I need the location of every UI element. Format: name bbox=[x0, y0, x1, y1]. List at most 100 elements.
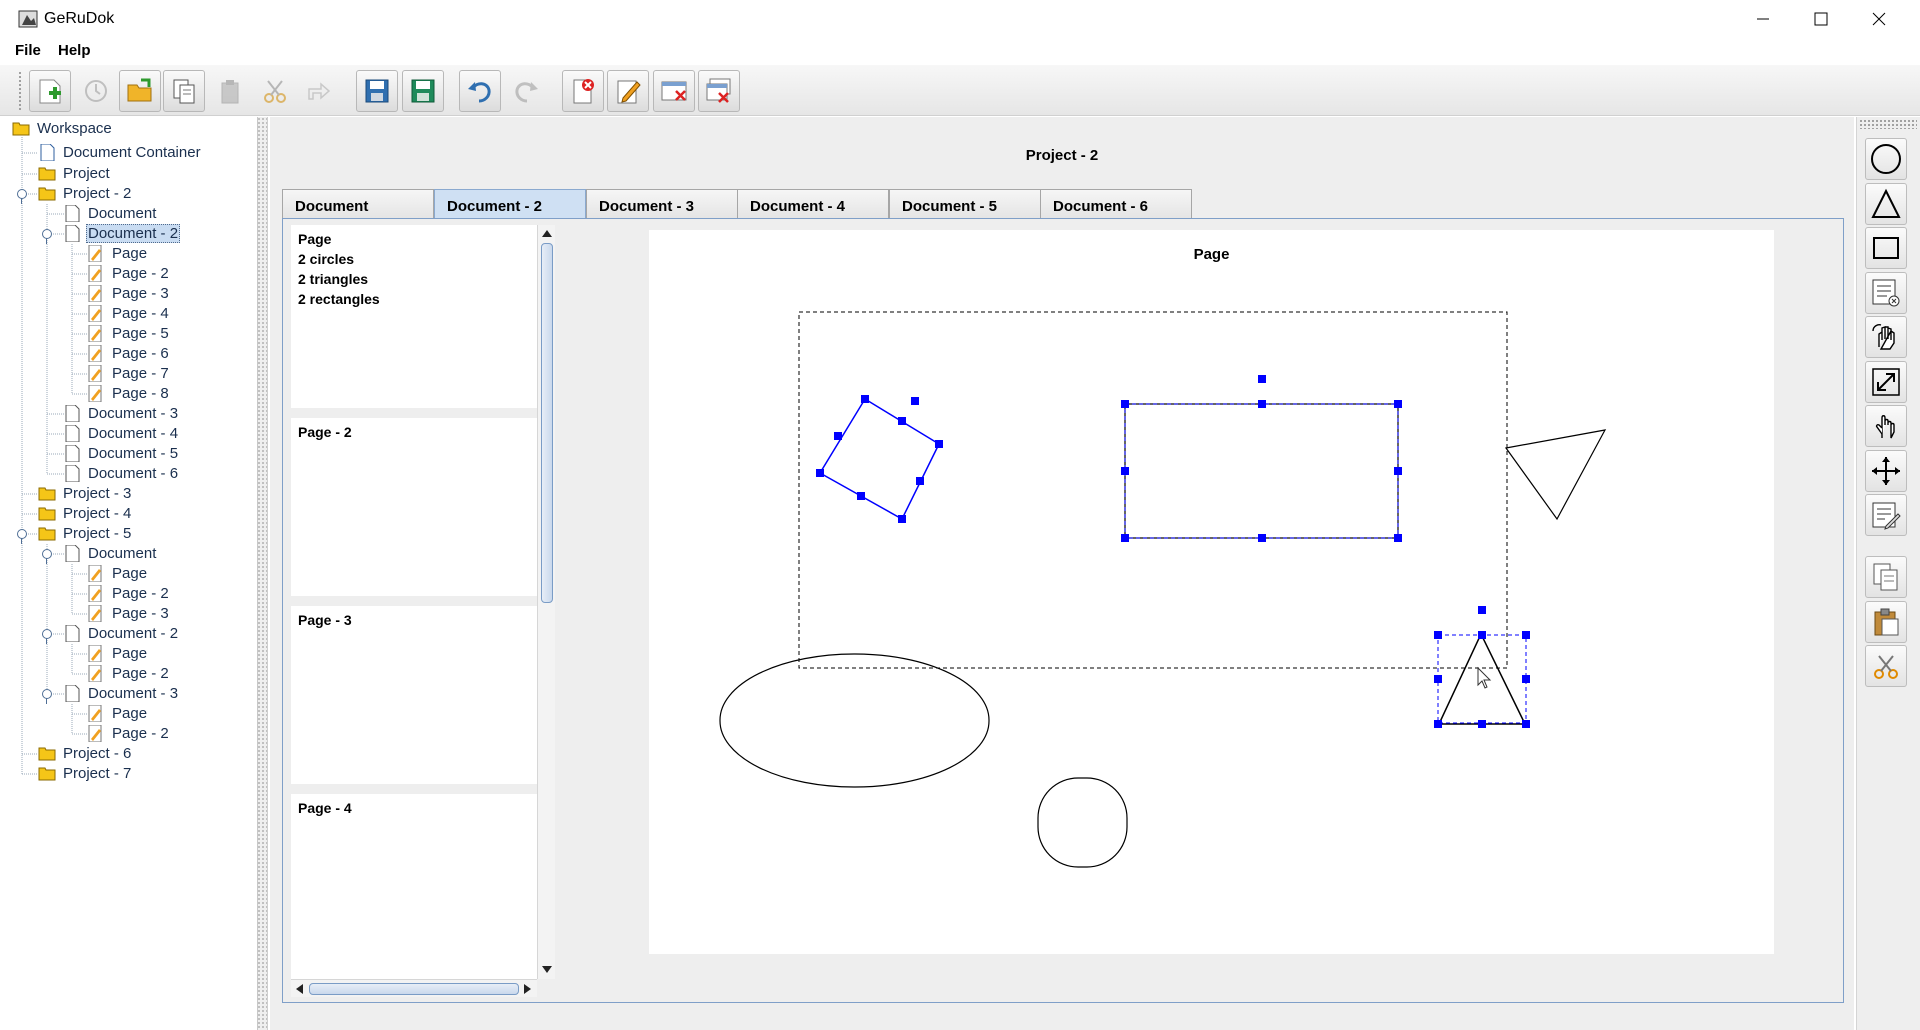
expand-toggle-document-2[interactable] bbox=[42, 229, 52, 244]
tree-item-project[interactable]: Project bbox=[38, 164, 112, 183]
selected-rectangle[interactable] bbox=[1124, 403, 1399, 539]
tree-item-project-6[interactable]: Project - 6 bbox=[38, 744, 133, 763]
circle-shape[interactable] bbox=[1037, 777, 1128, 868]
rectangle-tool-button[interactable] bbox=[1865, 227, 1907, 269]
tree-item-project-4[interactable]: Project - 4 bbox=[38, 504, 133, 523]
page-thumbnail[interactable]: Page - 2 bbox=[291, 418, 537, 606]
circle-tool-button[interactable] bbox=[1865, 138, 1907, 180]
tree-item-page[interactable]: Page bbox=[87, 244, 149, 263]
scroll-left-icon[interactable] bbox=[294, 983, 304, 995]
select-tool-button[interactable] bbox=[1865, 405, 1907, 447]
resize-tool-button[interactable] bbox=[1865, 361, 1907, 403]
tree-item-page[interactable]: Page bbox=[87, 704, 149, 723]
open-button[interactable] bbox=[119, 70, 161, 112]
selection-handles[interactable] bbox=[816, 395, 943, 523]
page-canvas[interactable]: Page bbox=[649, 230, 1774, 954]
menu-help[interactable]: Help bbox=[58, 42, 91, 59]
selection-handles[interactable] bbox=[1121, 375, 1402, 542]
new-button[interactable] bbox=[29, 70, 71, 112]
palette-copy-button[interactable] bbox=[1865, 556, 1907, 598]
page-thumbnail[interactable]: Page - 4 bbox=[291, 794, 537, 979]
copy-button[interactable] bbox=[163, 70, 205, 112]
tree-item-workspace[interactable]: Workspace bbox=[12, 119, 114, 138]
cut-button[interactable] bbox=[254, 70, 296, 112]
tree-item-page[interactable]: Page - 2 bbox=[87, 264, 171, 283]
tree-item-p2-document-6[interactable]: Document - 6 bbox=[63, 464, 180, 483]
tree-item-page[interactable]: Page - 7 bbox=[87, 364, 171, 383]
drawing-surface[interactable] bbox=[649, 230, 1774, 954]
tree-item-page[interactable]: Page - 8 bbox=[87, 384, 171, 403]
tree-item-page[interactable]: Page - 5 bbox=[87, 324, 171, 343]
close-all-button[interactable] bbox=[698, 70, 740, 112]
triangle-shape[interactable] bbox=[1504, 429, 1607, 521]
reload-button[interactable] bbox=[75, 70, 117, 112]
tree-item-page[interactable]: Page - 3 bbox=[87, 604, 171, 623]
tree-item-page[interactable]: Page - 3 bbox=[87, 284, 171, 303]
scroll-right-icon[interactable] bbox=[523, 983, 533, 995]
tab-document-2[interactable]: Document - 2 bbox=[434, 189, 586, 219]
tree-item-page[interactable]: Page - 2 bbox=[87, 724, 171, 743]
tree-item-p2-document-4[interactable]: Document - 4 bbox=[63, 424, 180, 443]
tree-item-page[interactable]: Page - 2 bbox=[87, 664, 171, 683]
tree-item-p5-document-3[interactable]: Document - 3 bbox=[63, 684, 180, 703]
tree-item-page[interactable]: Page - 6 bbox=[87, 344, 171, 363]
tree-item-page[interactable]: Page bbox=[87, 644, 149, 663]
selected-rectangle-rotated[interactable] bbox=[818, 397, 940, 521]
edit-text-button[interactable] bbox=[1865, 494, 1907, 536]
expand-toggle-p5-document[interactable] bbox=[42, 549, 52, 564]
tree-item-page[interactable]: Page - 2 bbox=[87, 584, 171, 603]
tab-document-3[interactable]: Document - 3 bbox=[586, 189, 738, 219]
maximize-button[interactable] bbox=[1792, 0, 1850, 38]
move-tool-button[interactable] bbox=[1865, 450, 1907, 492]
tree-item-p2-document-2[interactable]: Document - 2 bbox=[63, 224, 181, 243]
tree-item-project-5[interactable]: Project - 5 bbox=[38, 524, 133, 543]
delete-selection-button[interactable] bbox=[1865, 272, 1907, 314]
paste-button[interactable] bbox=[209, 70, 251, 112]
tab-document-4[interactable]: Document - 4 bbox=[737, 189, 889, 219]
menu-file[interactable]: File bbox=[15, 42, 41, 59]
tree-item-p5-document[interactable]: Document bbox=[63, 544, 158, 563]
expand-toggle-p5-document-3[interactable] bbox=[42, 689, 52, 704]
selection-handles[interactable] bbox=[1434, 606, 1530, 728]
tree-item-p5-document-2[interactable]: Document - 2 bbox=[63, 624, 180, 643]
scroll-up-icon[interactable] bbox=[541, 228, 553, 238]
save-as-button[interactable] bbox=[402, 70, 444, 112]
tree-item-p2-document-3[interactable]: Document - 3 bbox=[63, 404, 180, 423]
horizontal-scroll-thumb[interactable] bbox=[309, 983, 519, 995]
close-window-button[interactable] bbox=[1850, 0, 1908, 38]
tab-document-6[interactable]: Document - 6 bbox=[1040, 189, 1192, 219]
tab-document[interactable]: Document bbox=[282, 189, 434, 219]
rotate-tool-button[interactable] bbox=[1865, 316, 1907, 358]
minimize-button[interactable] bbox=[1734, 0, 1792, 38]
undo-button[interactable] bbox=[459, 70, 501, 112]
tree-item-p2-document-5[interactable]: Document - 5 bbox=[63, 444, 180, 463]
tree-item-page[interactable]: Page - 4 bbox=[87, 304, 171, 323]
delete-document-button[interactable] bbox=[562, 70, 604, 112]
tree-item-project-7[interactable]: Project - 7 bbox=[38, 764, 133, 783]
tree-item-project-2[interactable]: Project - 2 bbox=[38, 184, 133, 203]
close-window-toolbar-button[interactable] bbox=[653, 70, 695, 112]
tab-document-5[interactable]: Document - 5 bbox=[889, 189, 1041, 219]
page-thumbnail[interactable]: Page 2 circles 2 triangles 2 rectangles bbox=[291, 225, 537, 418]
redo-button[interactable] bbox=[505, 70, 547, 112]
palette-grip[interactable] bbox=[1859, 119, 1917, 129]
palette-paste-button[interactable] bbox=[1865, 601, 1907, 643]
tree-item-page[interactable]: Page bbox=[87, 564, 149, 583]
split-pane-divider[interactable] bbox=[258, 117, 268, 1030]
palette-cut-button[interactable] bbox=[1865, 645, 1907, 687]
ellipse-shape[interactable] bbox=[719, 653, 990, 788]
tree-item-document-container[interactable]: Document Container bbox=[38, 143, 203, 162]
rename-button[interactable] bbox=[607, 70, 649, 112]
triangle-tool-button[interactable] bbox=[1865, 183, 1907, 225]
thumbnail-horizontal-scrollbar[interactable] bbox=[291, 979, 537, 997]
expand-toggle-project-2[interactable] bbox=[17, 189, 27, 204]
page-thumbnail[interactable]: Page - 3 bbox=[291, 606, 537, 794]
expand-toggle-project-5[interactable] bbox=[17, 529, 27, 544]
expand-toggle-p5-document-2[interactable] bbox=[42, 629, 52, 644]
toolbar-grip[interactable] bbox=[18, 71, 23, 111]
share-button[interactable] bbox=[298, 70, 340, 112]
scroll-down-icon[interactable] bbox=[541, 965, 553, 975]
tree-item-project-3[interactable]: Project - 3 bbox=[38, 484, 133, 503]
thumbnail-vertical-scrollbar[interactable] bbox=[537, 225, 555, 979]
tree-item-p2-document[interactable]: Document bbox=[63, 204, 158, 223]
